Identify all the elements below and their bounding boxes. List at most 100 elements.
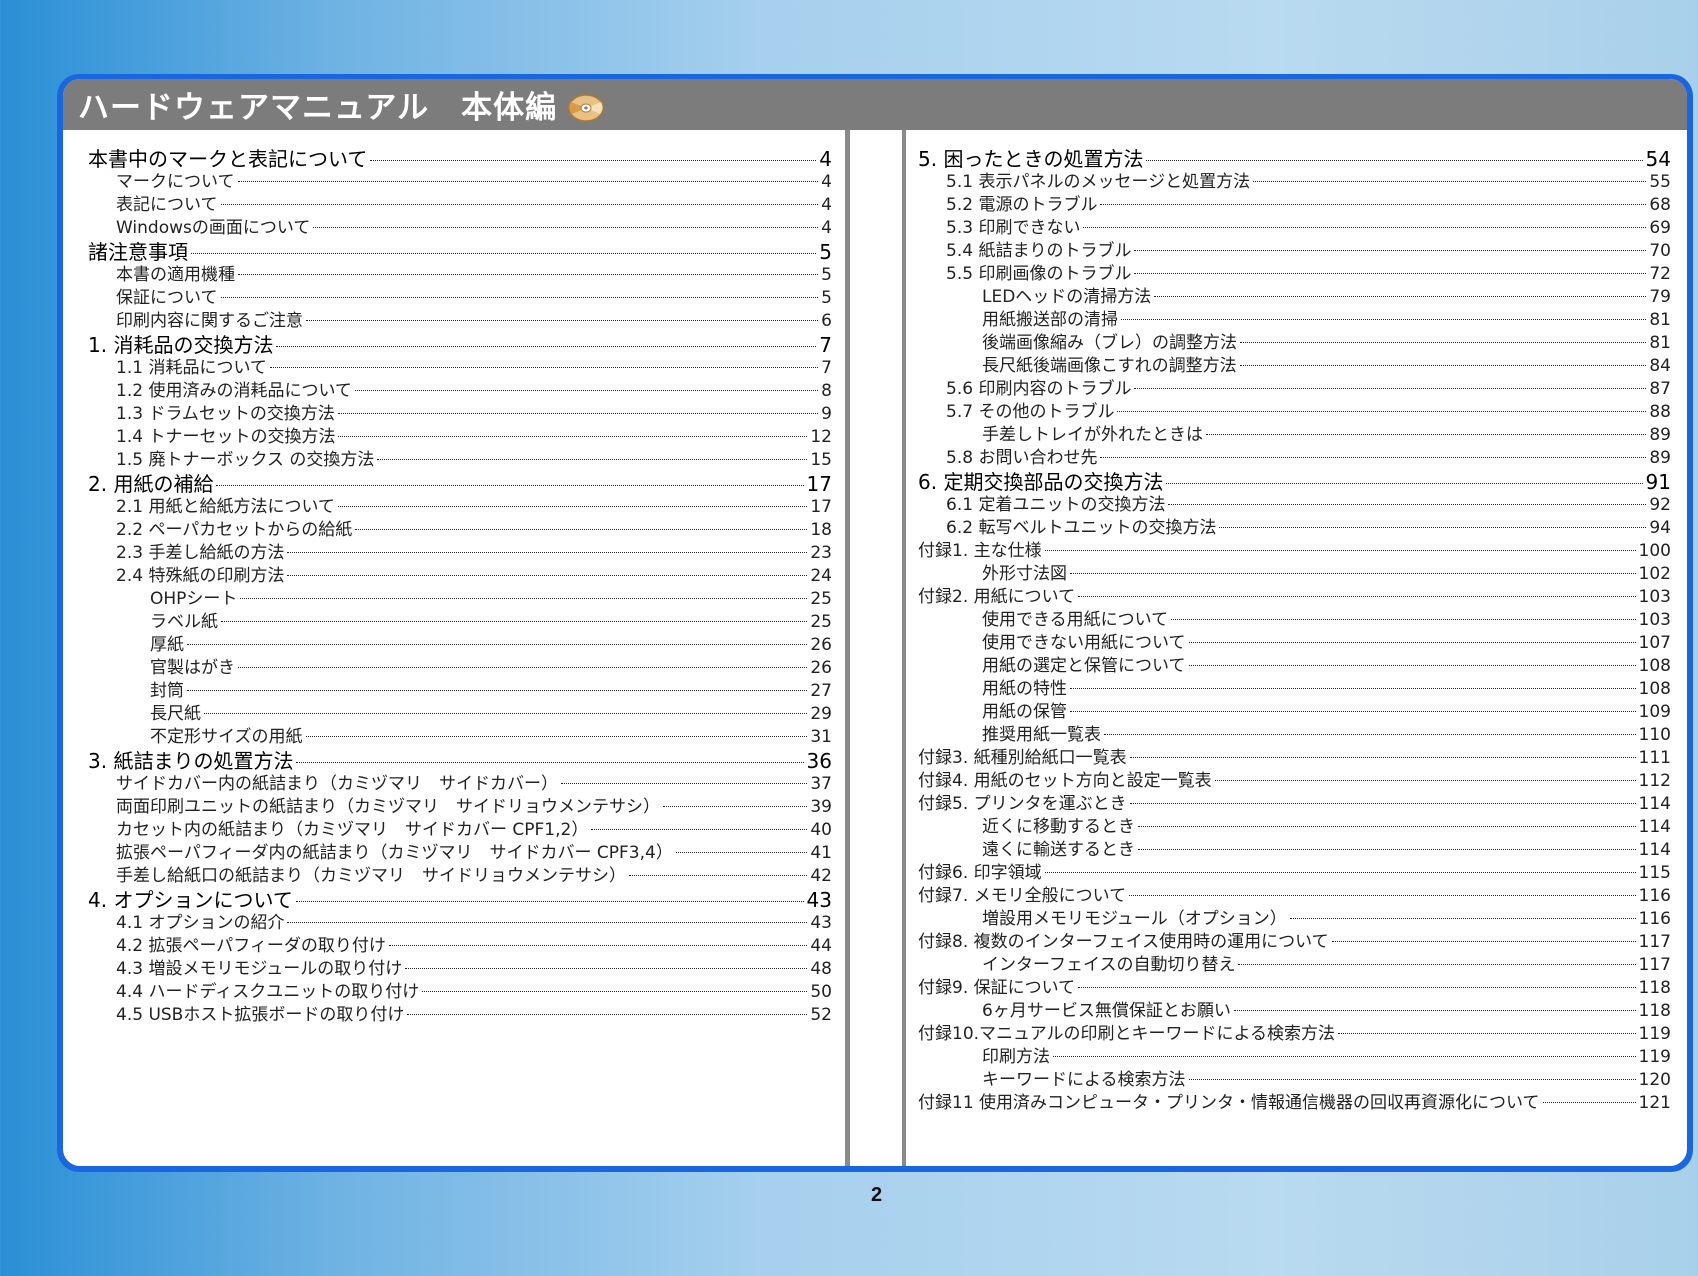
toc-entry-label: 両面印刷ユニットの紙詰まり（カミヅマリ サイドリョウメンテサシ） <box>116 797 660 817</box>
toc-entry-label: 手差しトレイが外れたときは <box>982 425 1203 445</box>
toc-entry[interactable]: Windowsの画面について 4 <box>88 213 832 238</box>
toc-entry[interactable]: 5. 困ったときの処置方法 54 <box>918 143 1671 171</box>
toc-entry[interactable]: 官製はがき 26 <box>88 653 832 678</box>
toc-entry[interactable]: 2.4 特殊紙の印刷方法 24 <box>88 561 832 586</box>
toc-entry[interactable]: 1.2 使用済みの消耗品について 8 <box>88 376 832 401</box>
toc-entry[interactable]: 6.1 定着ユニットの交換方法 92 <box>918 490 1671 515</box>
toc-entry[interactable]: 6. 定期交換部品の交換方法 91 <box>918 466 1671 494</box>
dot-leader <box>1070 711 1636 712</box>
toc-entry[interactable]: 付録11 使用済みコンピュータ・プリンタ・情報通信機器の回収再資源化について 12… <box>918 1088 1671 1113</box>
toc-entry[interactable]: 2.1 用紙と給紙方法について 17 <box>88 492 832 517</box>
manual-title: ハードウェアマニュアル 本体編 <box>78 90 558 126</box>
toc-entry[interactable]: 長尺紙後端画像こすれの調整方法 84 <box>918 351 1671 376</box>
toc-entry[interactable]: 外形寸法図 102 <box>918 559 1671 584</box>
toc-entry-page: 48 <box>810 959 832 979</box>
toc-entry[interactable]: 拡張ペーパフィーダ内の紙詰まり（カミヅマリ サイドカバー CPF3,4） 41 <box>88 838 832 863</box>
toc-entry[interactable]: 手差し給紙口の紙詰まり（カミヅマリ サイドリョウメンテサシ） 42 <box>88 861 832 886</box>
toc-entry[interactable]: 付録6. 印字領域 115 <box>918 858 1671 883</box>
toc-entry[interactable]: 1.1 消耗品について 7 <box>88 353 832 378</box>
toc-entry[interactable]: 印刷内容に関するご注意 6 <box>88 306 832 331</box>
toc-entry[interactable]: 6.2 転写ベルトユニットの交換方法 94 <box>918 513 1671 538</box>
toc-entry[interactable]: 1.5 廃トナーボックス の交換方法 15 <box>88 445 832 470</box>
toc-entry[interactable]: 4.5 USBホスト拡張ボードの取り付け 52 <box>88 1000 832 1025</box>
toc-entry[interactable]: 手差しトレイが外れたときは 89 <box>918 420 1671 445</box>
toc-entry[interactable]: 用紙の保管 109 <box>918 697 1671 722</box>
toc-entry[interactable]: 5.7 その他のトラブル 88 <box>918 397 1671 422</box>
title-bar: ハードウェアマニュアル 本体編 <box>63 79 1687 130</box>
toc-entry[interactable]: 5.8 お問い合わせ先 89 <box>918 443 1671 468</box>
toc-entry-page: 89 <box>1649 425 1671 445</box>
toc-entry[interactable]: カセット内の紙詰まり（カミヅマリ サイドカバー CPF1,2） 40 <box>88 815 832 840</box>
toc-entry[interactable]: 2.3 手差し給紙の方法 23 <box>88 538 832 563</box>
toc-entry[interactable]: 使用できない用紙について 107 <box>918 628 1671 653</box>
toc-entry[interactable]: LEDヘッドの清掃方法 79 <box>918 282 1671 307</box>
toc-entry[interactable]: 保証について 5 <box>88 283 832 308</box>
toc-entry[interactable]: 不定形サイズの用紙 31 <box>88 722 832 747</box>
toc-entry[interactable]: 用紙の選定と保管について 108 <box>918 651 1671 676</box>
toc-entry[interactable]: 付録9. 保証について 118 <box>918 973 1671 998</box>
toc-entry[interactable]: 付録5. プリンタを運ぶとき 114 <box>918 789 1671 814</box>
dot-leader <box>204 713 808 714</box>
toc-entry[interactable]: 本書の適用機種 5 <box>88 260 832 285</box>
toc-entry[interactable]: 表記について 4 <box>88 190 832 215</box>
toc-entry[interactable]: 5.5 印刷画像のトラブル 72 <box>918 259 1671 284</box>
toc-entry[interactable]: 6ヶ月サービス無償保証とお願い 118 <box>918 996 1671 1021</box>
toc-entry[interactable]: 印刷方法 119 <box>918 1042 1671 1067</box>
toc-entry[interactable]: OHPシート 25 <box>88 584 832 609</box>
manual-page: ハードウェアマニュアル 本体編 本書中のマークと表記について 4 マークについて 4 表… <box>63 79 1687 1166</box>
toc-entry-page: 81 <box>1649 310 1671 330</box>
toc-entry[interactable]: 4.3 増設メモリモジュールの取り付け 48 <box>88 954 832 979</box>
toc-entry[interactable]: 増設用メモリモジュール（オプション） 116 <box>918 904 1671 929</box>
toc-entry[interactable]: 長尺紙 29 <box>88 699 832 724</box>
toc-entry[interactable]: 5.1 表示パネルのメッセージと処置方法 55 <box>918 167 1671 192</box>
toc-entry[interactable]: 1.3 ドラムセットの交換方法 9 <box>88 399 832 424</box>
dot-leader <box>1134 273 1647 274</box>
toc-entry[interactable]: 3. 紙詰まりの処置方法 36 <box>88 745 832 773</box>
toc-entry-page: 120 <box>1638 1070 1671 1090</box>
toc-entry[interactable]: 付録3. 紙種別給紙口一覧表 111 <box>918 743 1671 768</box>
toc-entry[interactable]: 2.2 ペーパカセットからの給紙 18 <box>88 515 832 540</box>
dot-leader <box>1129 803 1636 804</box>
toc-entry[interactable]: マークについて 4 <box>88 167 832 192</box>
toc-entry[interactable]: 用紙の特性 108 <box>918 674 1671 699</box>
toc-entry-page: 84 <box>1649 356 1671 376</box>
toc-entry[interactable]: 2. 用紙の補給 17 <box>88 468 832 496</box>
toc-entry[interactable]: 4.2 拡張ペーパフィーダの取り付け 44 <box>88 931 832 956</box>
toc-entry[interactable]: 5.2 電源のトラブル 68 <box>918 190 1671 215</box>
toc-entry-label: 5.3 印刷できない <box>946 218 1081 238</box>
toc-entry[interactable]: 遠くに輸送するとき 114 <box>918 835 1671 860</box>
toc-entry[interactable]: 付録4. 用紙のセット方向と設定一覧表 112 <box>918 766 1671 791</box>
toc-entry[interactable]: 諸注意事項 5 <box>88 236 832 264</box>
toc-entry[interactable]: 5.4 紙詰まりのトラブル 70 <box>918 236 1671 261</box>
toc-entry[interactable]: 4. オプションについて 43 <box>88 884 832 912</box>
toc-entry[interactable]: キーワードによる検索方法 120 <box>918 1065 1671 1090</box>
toc-entry-label: 1.3 ドラムセットの交換方法 <box>116 404 335 424</box>
toc-entry-page: 103 <box>1638 587 1671 607</box>
dot-leader <box>1044 550 1636 551</box>
toc-entry[interactable]: 厚紙 26 <box>88 630 832 655</box>
toc-entry[interactable]: インターフェイスの自動切り替え 117 <box>918 950 1671 975</box>
toc-entry[interactable]: 推奨用紙一覧表 110 <box>918 720 1671 745</box>
toc-entry[interactable]: 使用できる用紙について 103 <box>918 605 1671 630</box>
toc-entry[interactable]: 付録8. 複数のインターフェイス使用時の運用について 117 <box>918 927 1671 952</box>
toc-entry[interactable]: 本書中のマークと表記について 4 <box>88 143 832 171</box>
toc-entry[interactable]: 両面印刷ユニットの紙詰まり（カミヅマリ サイドリョウメンテサシ） 39 <box>88 792 832 817</box>
toc-entry[interactable]: 1.4 トナーセットの交換方法 12 <box>88 422 832 447</box>
toc-entry[interactable]: 付録2. 用紙について 103 <box>918 582 1671 607</box>
toc-entry[interactable]: サイドカバー内の紙詰まり（カミヅマリ サイドカバー） 37 <box>88 769 832 794</box>
toc-entry[interactable]: 封筒 27 <box>88 676 832 701</box>
toc-entry[interactable]: 5.6 印刷内容のトラブル 87 <box>918 374 1671 399</box>
dot-leader <box>1138 826 1636 827</box>
toc-entry[interactable]: 後端画像縮み（ブレ）の調整方法 81 <box>918 328 1671 353</box>
toc-entry[interactable]: 5.3 印刷できない 69 <box>918 213 1671 238</box>
toc-entry[interactable]: 近くに移動するとき 114 <box>918 812 1671 837</box>
toc-entry[interactable]: 1. 消耗品の交換方法 7 <box>88 329 832 357</box>
toc-entry[interactable]: 付録1. 主な仕様 100 <box>918 536 1671 561</box>
toc-entry[interactable]: 4.4 ハードディスクユニットの取り付け 50 <box>88 977 832 1002</box>
toc-entry[interactable]: 用紙搬送部の清掃 81 <box>918 305 1671 330</box>
toc-entry[interactable]: ラベル紙 25 <box>88 607 832 632</box>
toc-entry[interactable]: 付録10.マニュアルの印刷とキーワードによる検索方法 119 <box>918 1019 1671 1044</box>
toc-entry-label: 増設用メモリモジュール（オプション） <box>982 909 1287 929</box>
toc-entry[interactable]: 4.1 オプションの紹介 43 <box>88 908 832 933</box>
toc-entry[interactable]: 付録7. メモリ全般について 116 <box>918 881 1671 906</box>
